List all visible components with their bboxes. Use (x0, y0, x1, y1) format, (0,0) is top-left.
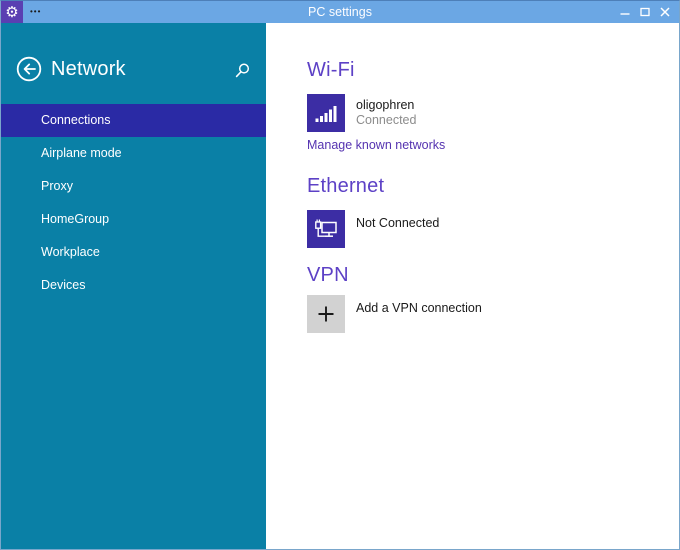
maximize-button[interactable] (635, 1, 655, 23)
sidebar-nav: Connections Airplane mode Proxy HomeGrou… (1, 104, 266, 302)
titlebar: ⚙ ••• PC settings (1, 1, 679, 23)
wifi-network-item[interactable]: oligophren Connected (307, 94, 659, 132)
vpn-section-title: VPN (307, 264, 349, 286)
minimize-icon (620, 13, 630, 15)
sidebar-item-workplace[interactable]: Workplace (1, 236, 266, 269)
close-button[interactable] (655, 1, 675, 23)
sidebar-item-proxy[interactable]: Proxy (1, 170, 266, 203)
search-button[interactable] (235, 63, 250, 78)
window-controls (615, 1, 675, 23)
wifi-section-title: Wi-Fi (307, 59, 355, 81)
sidebar-item-connections[interactable]: Connections (1, 104, 266, 137)
wifi-network-name: oligophren (356, 98, 415, 112)
ethernet-section-title: Ethernet (307, 175, 385, 197)
minimize-button[interactable] (615, 1, 635, 23)
ethernet-tile (307, 210, 345, 248)
ethernet-status: Not Connected (356, 216, 440, 230)
wifi-signal-icon (315, 106, 337, 122)
wifi-tile (307, 94, 345, 132)
back-arrow-icon (16, 56, 42, 82)
maximize-icon (640, 7, 650, 17)
close-icon (660, 7, 670, 17)
add-vpn-button[interactable]: Add a VPN connection (307, 295, 659, 333)
wifi-section: Wi-Fi oligophren Connected Manage known … (307, 58, 659, 154)
back-button[interactable] (16, 56, 42, 82)
sidebar-item-devices[interactable]: Devices (1, 269, 266, 302)
sidebar-header: Network (1, 23, 266, 82)
wifi-network-info: oligophren Connected (356, 94, 416, 128)
content-pane: Wi-Fi oligophren Connected Manage known … (267, 23, 679, 549)
sidebar-item-airplane-mode[interactable]: Airplane mode (1, 137, 266, 170)
add-vpn-tile (307, 295, 345, 333)
plus-icon (318, 306, 334, 322)
add-vpn-label: Add a VPN connection (356, 301, 482, 315)
app-menu-button[interactable]: ⚙ (1, 1, 23, 23)
ethernet-section: Ethernet Not Connected (307, 174, 659, 248)
ethernet-icon (315, 219, 337, 237)
pc-settings-window: ⚙ ••• PC settings Network Connections Ai… (0, 0, 680, 550)
manage-known-networks-link[interactable]: Manage known networks (307, 137, 445, 153)
page-title: Network (51, 57, 126, 80)
settings-sidebar: Network Connections Airplane mode Proxy … (1, 23, 266, 549)
search-icon (235, 63, 250, 77)
wifi-status: Connected (356, 113, 417, 127)
ethernet-item[interactable]: Not Connected (307, 210, 659, 248)
window-title: PC settings (308, 5, 372, 19)
app-menu-dots[interactable]: ••• (30, 1, 41, 23)
vpn-section: VPN Add a VPN connection (307, 263, 659, 333)
sidebar-item-homegroup[interactable]: HomeGroup (1, 203, 266, 236)
gear-icon: ⚙ (5, 3, 19, 21)
